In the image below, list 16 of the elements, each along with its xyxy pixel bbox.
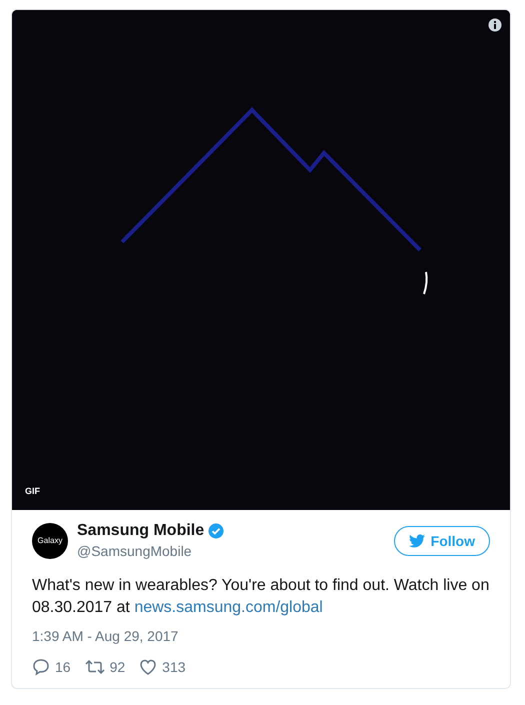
timestamp[interactable]: 1:39 AM - Aug 29, 2017 bbox=[32, 628, 490, 644]
reply-icon[interactable] bbox=[32, 658, 50, 676]
tweet-text: What's new in wearables? You're about to find out. Watch live on 08.30.2017 at news.samsung.com/global bbox=[32, 576, 490, 618]
action-count: 16 bbox=[55, 659, 71, 675]
bird-icon bbox=[408, 534, 425, 548]
action-count: 313 bbox=[162, 659, 186, 675]
author-name[interactable]: Samsung Mobile bbox=[77, 522, 204, 540]
retweet-icon[interactable] bbox=[84, 658, 105, 676]
author-handle[interactable]: @SamsungMobile bbox=[77, 543, 385, 559]
gif-label: GIF bbox=[25, 486, 40, 496]
tweet-link[interactable]: news.samsung.com/global bbox=[134, 599, 323, 616]
heart-icon[interactable] bbox=[139, 658, 158, 676]
info-icon[interactable] bbox=[488, 18, 502, 32]
action-count: 92 bbox=[110, 659, 126, 675]
follow-button[interactable]: Follow bbox=[394, 526, 490, 556]
avatar[interactable]: Galaxy bbox=[32, 522, 68, 558]
